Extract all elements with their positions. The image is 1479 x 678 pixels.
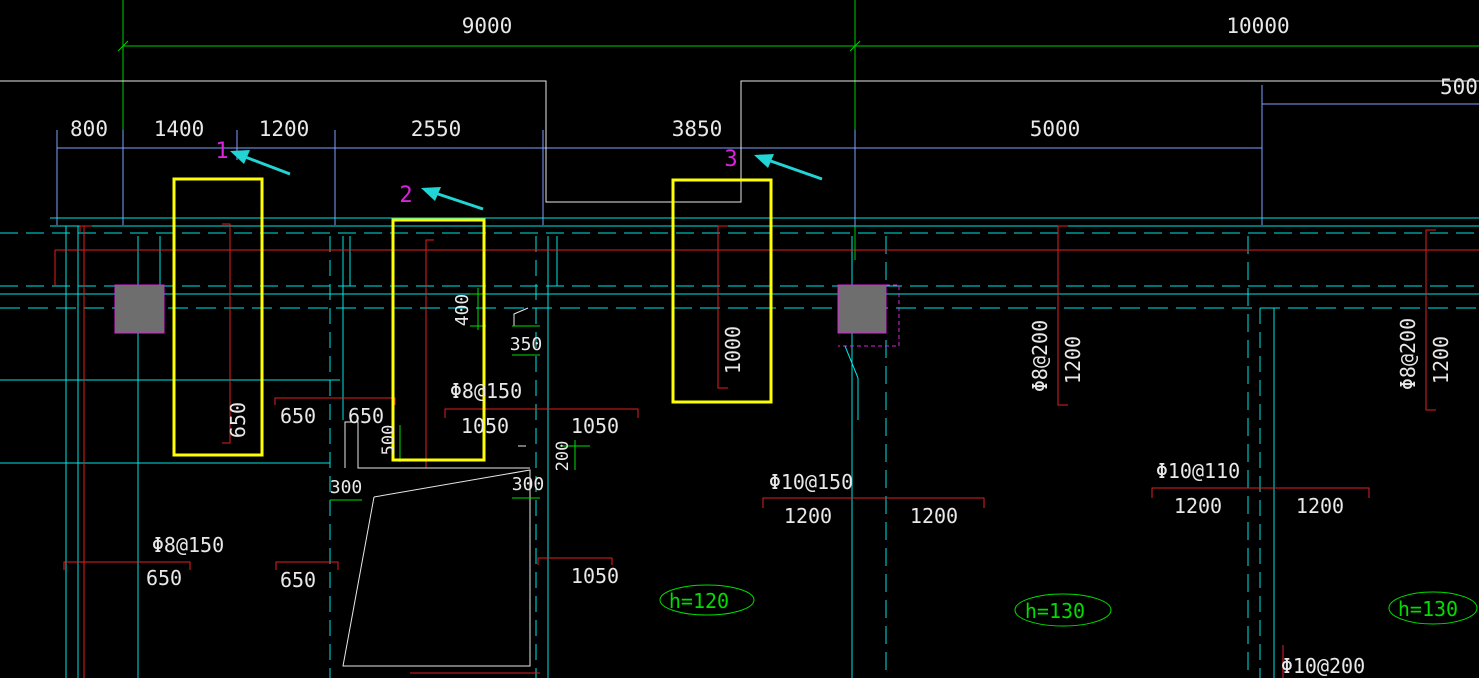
- length-1200-d: 1200: [1296, 494, 1344, 518]
- marker-2: 2: [399, 183, 412, 208]
- length-1200-a: 1200: [784, 504, 832, 528]
- arrow-1: [239, 153, 291, 176]
- length-650-vertical: 650: [226, 402, 250, 438]
- arrow-2: [431, 190, 484, 211]
- rebar-label-phi8-150-a: Φ8@150: [450, 379, 522, 403]
- length-1050-c: 1050: [571, 564, 619, 588]
- dim-800: 800: [70, 117, 108, 141]
- length-500: 500: [379, 425, 399, 456]
- length-350: 350: [510, 334, 543, 355]
- marker-3: 3: [724, 147, 737, 172]
- length-1000: 1000: [721, 326, 745, 374]
- beam-lines: [0, 217, 1479, 678]
- dim-5000: 5000: [1030, 117, 1081, 141]
- rebar-label-phi8-200-a: Φ8@200: [1028, 320, 1052, 392]
- rebar-lines: [54, 223, 1479, 678]
- length-300-a: 300: [330, 477, 363, 498]
- length-650-a: 650: [280, 404, 316, 428]
- length-400: 400: [452, 294, 473, 327]
- length-650-d: 650: [280, 568, 316, 592]
- opening-outline: [342, 307, 531, 667]
- length-1050-b: 1050: [571, 414, 619, 438]
- length-1200-b: 1200: [910, 504, 958, 528]
- length-1200-vertical-1: 1200: [1061, 336, 1085, 384]
- arrow-3-head: [754, 154, 774, 168]
- length-650-c: 650: [146, 566, 182, 590]
- cad-drawing-canvas[interactable]: 9000 10000 5000 800 1400 1200 2550 3850 …: [0, 0, 1479, 678]
- arrow-2-head: [421, 187, 441, 201]
- rebar-label-phi8-200-b: Φ8@200: [1396, 318, 1420, 390]
- marker-1: 1: [215, 139, 228, 164]
- length-650-b: 650: [348, 404, 384, 428]
- column-mid: [837, 284, 887, 334]
- rebar-label-phi8-150-b: Φ8@150: [152, 533, 224, 557]
- column-left: [114, 284, 165, 334]
- dim-10000: 10000: [1226, 14, 1289, 38]
- dim-3850: 3850: [672, 117, 723, 141]
- length-1050-a: 1050: [461, 414, 509, 438]
- arrow-1-head: [230, 150, 250, 164]
- dim-2550: 2550: [411, 117, 462, 141]
- rebar-label-phi10-200: Φ10@200: [1281, 654, 1365, 678]
- dim-1200: 1200: [259, 117, 310, 141]
- length-1200-c: 1200: [1174, 494, 1222, 518]
- slab-thickness-h130-b: h=130: [1398, 597, 1458, 621]
- dim-5000-right: 5000: [1440, 75, 1479, 99]
- slab-thickness-h120: h=120: [669, 589, 729, 613]
- dim-1400: 1400: [154, 117, 205, 141]
- length-1200-vertical-2: 1200: [1429, 336, 1453, 384]
- rebar-label-phi10-110: Φ10@110: [1156, 459, 1240, 483]
- axis-lines: [117, 0, 1479, 260]
- dim-9000: 9000: [462, 14, 513, 38]
- slab-thickness-h130-a: h=130: [1025, 599, 1085, 623]
- length-300-b: 300: [512, 474, 545, 495]
- arrow-3: [764, 157, 823, 181]
- rebar-label-phi10-150: Φ10@150: [769, 470, 853, 494]
- length-200: 200: [553, 441, 573, 472]
